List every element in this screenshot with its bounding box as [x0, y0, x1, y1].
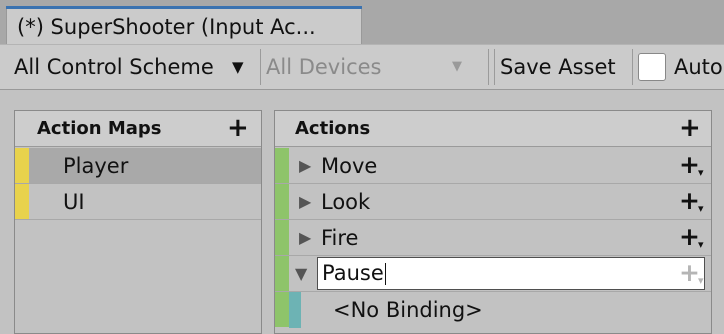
actions-title: Actions [295, 118, 371, 139]
auto-save-label: Auto [674, 55, 723, 79]
caret-down-icon[interactable]: ▼ [232, 45, 244, 89]
action-color-stripe [275, 184, 289, 219]
action-maps-pane: Action Maps + Player UI [14, 110, 262, 334]
action-map-label: Player [63, 154, 129, 178]
text-cursor [384, 263, 386, 285]
add-binding-plus-icon[interactable]: +▾ [679, 220, 705, 256]
toolbar: All Control Scheme ▼ All Devices ▼ Save … [0, 44, 724, 90]
action-rename-field[interactable]: Pause [317, 257, 705, 290]
add-action-map-plus-icon[interactable]: + [227, 111, 249, 147]
action-maps-title: Action Maps [37, 118, 162, 139]
action-map-color-stripe [15, 184, 29, 219]
action-map-color-stripe [15, 148, 29, 183]
action-label: Look [321, 190, 371, 214]
action-rename-value: Pause [322, 261, 384, 285]
toolbar-divider [488, 49, 489, 85]
toolbar-divider [494, 49, 495, 85]
action-item-pause[interactable]: ▼ Pause +▾ [275, 256, 711, 292]
toolbar-divider [632, 49, 633, 85]
binding-color-stripe [289, 292, 301, 328]
action-item-fire[interactable]: ▶ Fire +▾ [275, 220, 711, 256]
action-color-stripe [275, 292, 289, 327]
triangle-right-icon[interactable]: ▶ [299, 148, 311, 184]
active-tab-accent [6, 6, 362, 9]
control-scheme-dropdown[interactable]: All Control Scheme [14, 45, 258, 89]
window-title-bar: (*) SuperShooter (Input Ac... [0, 0, 724, 44]
action-item-move[interactable]: ▶ Move +▾ [275, 148, 711, 184]
binding-label: <No Binding> [333, 298, 483, 322]
action-label: Move [321, 154, 378, 178]
save-asset-label: Save Asset [500, 55, 616, 79]
triangle-down-icon[interactable]: ▼ [295, 256, 307, 292]
action-map-label: UI [63, 190, 85, 214]
add-binding-plus-icon[interactable]: +▾ [679, 148, 705, 184]
devices-dropdown[interactable]: All Devices [266, 45, 482, 89]
action-map-item-ui[interactable]: UI [15, 184, 261, 220]
editor-tab-title: (*) SuperShooter (Input Ac... [17, 15, 316, 39]
action-maps-header: Action Maps + [15, 111, 261, 147]
add-binding-plus-icon[interactable]: +▾ [679, 184, 705, 220]
actions-pane: Actions + ▶ Move +▾ ▶ Look +▾ ▶ Fire +▾ … [274, 110, 712, 334]
toolbar-divider [260, 49, 261, 85]
action-color-stripe [275, 148, 289, 183]
caret-down-icon[interactable]: ▼ [452, 45, 462, 89]
action-map-item-player[interactable]: Player [15, 148, 261, 184]
triangle-right-icon[interactable]: ▶ [299, 184, 311, 220]
add-action-plus-icon[interactable]: + [679, 111, 701, 147]
save-asset-button[interactable]: Save Asset [500, 45, 630, 89]
actions-header: Actions + [275, 111, 711, 147]
action-item-look[interactable]: ▶ Look +▾ [275, 184, 711, 220]
action-color-stripe [275, 220, 289, 255]
control-scheme-label: All Control Scheme [14, 55, 214, 79]
action-color-stripe [275, 256, 289, 291]
auto-save-checkbox[interactable] [638, 53, 666, 81]
binding-item[interactable]: <No Binding> [275, 292, 711, 328]
editor-tab[interactable]: (*) SuperShooter (Input Ac... [6, 6, 362, 44]
action-label: Fire [321, 226, 359, 250]
devices-label: All Devices [266, 55, 382, 79]
add-binding-plus-icon[interactable]: +▾ [679, 256, 705, 292]
triangle-right-icon[interactable]: ▶ [299, 220, 311, 256]
